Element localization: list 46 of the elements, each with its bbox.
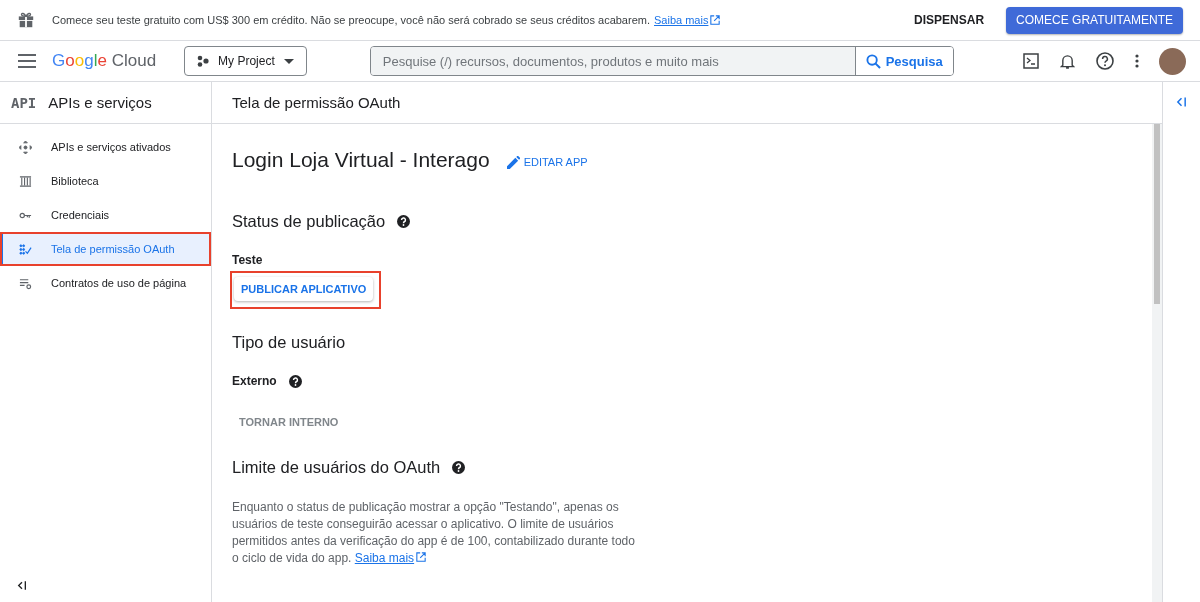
help-icon[interactable]	[1096, 52, 1114, 70]
learn-more-link[interactable]: Saiba mais	[654, 14, 709, 26]
more-options-icon[interactable]	[1135, 54, 1139, 68]
help-icon[interactable]	[288, 374, 302, 388]
hub-icon	[19, 140, 32, 154]
project-selector[interactable]: My Project	[184, 46, 307, 76]
start-free-button[interactable]: COMECE GRATUITAMENTE	[1006, 6, 1183, 34]
pencil-icon	[506, 155, 520, 169]
description: Enquanto o status de publicação mostrar a opção "Testando", apenas os usuários de teste conseguirão acessar o aplicativo. O limite de usuários permitidos antes da verificação do app é de 100, contabilizado durante todo o ciclo de vida do app. Saiba mais	[232, 499, 636, 567]
terminal-icon[interactable]	[1023, 53, 1039, 69]
sidebar-item[interactable]: Credenciais	[0, 198, 211, 232]
status-label: Externo	[232, 374, 277, 388]
dismiss-button[interactable]: DISPENSAR	[908, 12, 991, 28]
help-icon[interactable]	[397, 215, 411, 228]
action-button[interactable]: PUBLICAR APLICATIVO	[234, 277, 374, 301]
gift-icon	[17, 11, 35, 29]
page-title: Tela de permissão OAuth	[212, 82, 1162, 124]
sidebar-item[interactable]: Contratos de uso de página	[0, 266, 211, 300]
notifications-icon[interactable]	[1060, 52, 1075, 70]
caret-icon	[283, 58, 294, 64]
sidebar-item[interactable]: Tela de permissão OAuth	[0, 232, 211, 266]
sidebar-title: APIs e serviços	[48, 94, 152, 111]
section-heading: Limite de usuários do OAuth	[232, 458, 441, 477]
google-cloud-logo[interactable]: Google Cloud	[52, 51, 157, 71]
collapse-icon[interactable]	[17, 581, 27, 590]
status-label: Teste	[232, 253, 263, 267]
learn-more-link[interactable]: Saiba mais	[354, 551, 415, 565]
edit-app-button[interactable]: EDITAR APP	[506, 155, 588, 169]
expand-panel-icon[interactable]	[1176, 97, 1187, 107]
external-link-icon	[416, 552, 427, 562]
sidebar-item[interactable]: Biblioteca	[0, 164, 211, 198]
section-heading: Status de publicação	[232, 212, 386, 231]
help-icon[interactable]	[452, 461, 466, 474]
consent-icon	[19, 242, 32, 256]
library-icon	[19, 174, 32, 188]
api-label: API	[11, 94, 37, 111]
external-link-icon	[710, 15, 721, 25]
trial-message: Comece seu teste gratuito com US$ 300 em crédito. Não se preocupe, você não será cobrado se seus créditos acabarem.	[52, 14, 650, 26]
sidebar-item[interactable]: APIs e serviços ativados	[0, 130, 211, 164]
settings-list-icon	[19, 276, 32, 290]
menu-icon[interactable]	[18, 54, 36, 68]
dots-icon	[197, 55, 210, 67]
avatar[interactable]	[1159, 47, 1186, 75]
app-name: Login Loja Virtual - Interago	[232, 148, 490, 172]
scrollbar[interactable]	[1152, 124, 1162, 602]
section-heading: Tipo de usuário	[232, 333, 346, 352]
